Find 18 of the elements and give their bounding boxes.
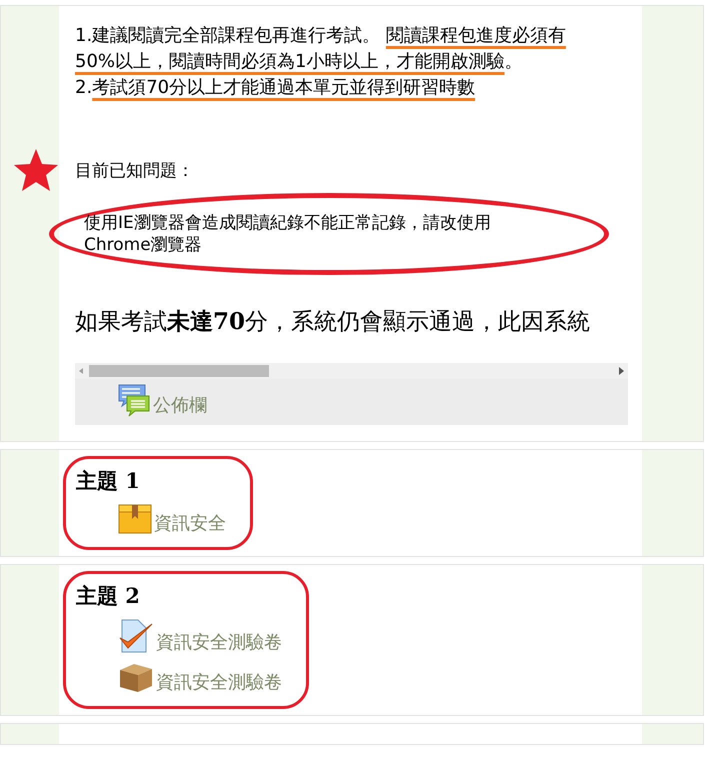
known-issue-text: 使用IE瀏覽器會造成閱讀紀錄不能正常記錄，請改使用Chrome瀏覽器	[84, 212, 492, 256]
topic-title: 主題 1	[76, 467, 141, 495]
exam-note-text: 如果考試未達70分，系統仍會顯示通過，此因系統	[75, 307, 592, 337]
cardboard-box-icon	[118, 662, 154, 694]
instruction-text: 2.考試須70分以上才能通過本單元並得到研習時數	[75, 76, 476, 100]
activity-link[interactable]: 資訊安全	[154, 513, 226, 535]
horizontal-scrollbar[interactable]	[75, 363, 628, 379]
checked-document-icon	[118, 618, 154, 654]
instruction-text: 1.建議閱讀完全部課程包再進行考試。 閱讀課程包進度必須有50%以上，閱讀時間必須為1小時以上，才能開啟測驗。	[75, 24, 567, 74]
right-margin-column	[642, 724, 703, 744]
activity-link[interactable]: 公佈欄	[153, 395, 207, 417]
topic-title: 主題 2	[76, 582, 141, 610]
chat-bubbles-icon	[117, 383, 151, 417]
activity-link[interactable]: 資訊安全測驗卷	[156, 632, 282, 654]
activity-link[interactable]: 資訊安全測驗卷	[156, 672, 282, 694]
left-margin-column	[1, 724, 59, 744]
box-icon	[118, 503, 152, 535]
known-issues-heading: 目前已知問題：	[75, 160, 195, 183]
